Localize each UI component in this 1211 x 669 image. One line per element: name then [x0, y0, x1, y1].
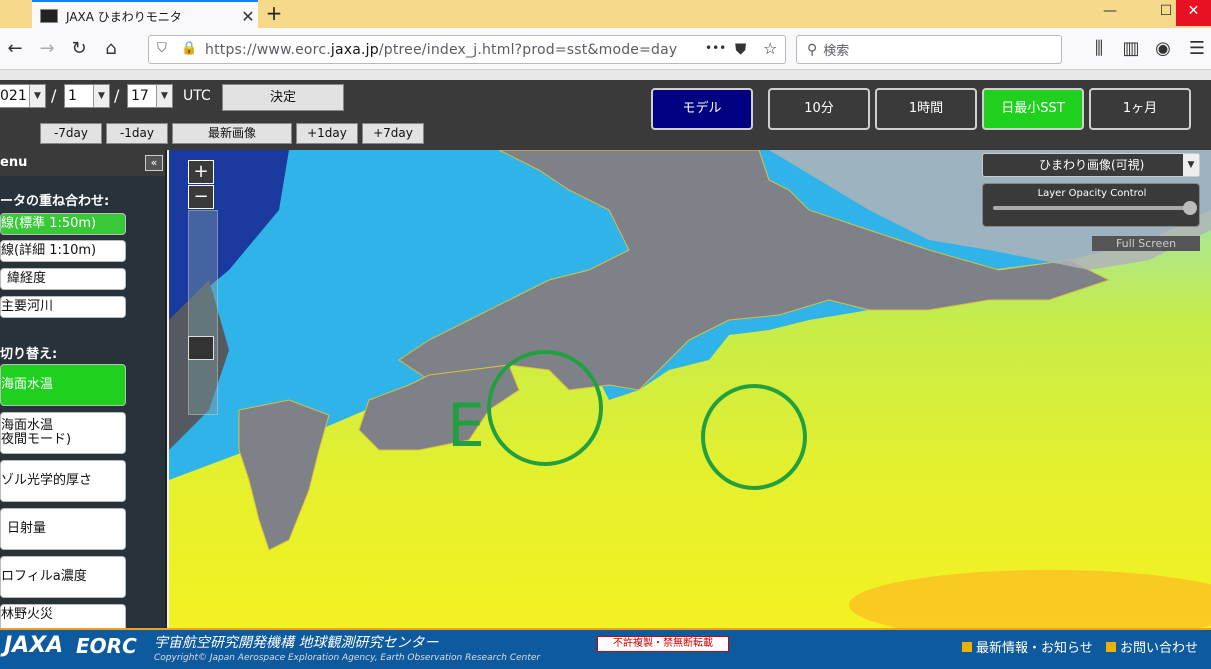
overlay-latlon[interactable]: 緯経度: [0, 268, 126, 290]
search-icon: ⚲: [807, 41, 818, 58]
date-separator: /: [114, 86, 120, 105]
year-select[interactable]: 021 ▼: [0, 84, 46, 108]
browser-tab[interactable]: JAXA ひまわりモニタ ✕: [32, 0, 258, 30]
plus-7day-button[interactable]: +7day: [362, 123, 424, 144]
lock-icon[interactable]: 🔒: [181, 41, 197, 56]
forward-icon[interactable]: →: [36, 38, 58, 60]
zoom-slider-handle[interactable]: [188, 336, 214, 360]
product-wildfire[interactable]: 林野火災: [0, 604, 126, 628]
layer-select[interactable]: ひまわり画像(可視) ▼: [982, 153, 1200, 177]
close-tab-icon[interactable]: ✕: [238, 7, 258, 26]
plus-1day-button[interactable]: +1day: [296, 123, 358, 144]
opacity-control: Layer Opacity Control: [982, 183, 1200, 227]
arrow-icon: [1106, 642, 1116, 652]
product-radiation[interactable]: 日射量: [0, 508, 126, 550]
shield-icon[interactable]: ⛉: [157, 41, 167, 56]
month-select[interactable]: 1 ▼: [64, 84, 110, 108]
overlay-section-title: ータの重ね合わせ:: [0, 194, 110, 209]
search-placeholder: 検索: [823, 44, 850, 59]
day-value: 17: [131, 88, 149, 104]
overlay-coastline-detail[interactable]: 線(詳細 1:10m): [0, 240, 126, 262]
minimize-icon[interactable]: —: [1090, 0, 1130, 26]
sidebar-menu: enu « ータの重ね合わせ: 線(標準 1:50m) 線(詳細 1:10m) …: [0, 150, 167, 628]
back-icon[interactable]: ←: [4, 38, 26, 60]
daily-min-sst-button[interactable]: 日最小SST: [982, 88, 1084, 130]
menu-icon[interactable]: ☰: [1186, 38, 1208, 60]
chevron-down-icon: ▼: [29, 85, 45, 107]
decide-button[interactable]: 決定: [222, 84, 344, 111]
opacity-slider-track[interactable]: [993, 206, 1191, 210]
model-button[interactable]: モデル: [651, 88, 753, 130]
new-tab-button[interactable]: +: [262, 0, 286, 26]
date-separator: /: [51, 86, 57, 105]
zoom-slider-track[interactable]: [188, 210, 218, 415]
overlay-rivers[interactable]: 主要河川: [0, 296, 126, 318]
url-bar[interactable]: ⛉ 🔒 https://www.eorc.jaxa.jp/ptree/index…: [148, 35, 786, 64]
library-icon[interactable]: ⫼: [1088, 38, 1110, 60]
overlay-coastline-standard[interactable]: 線(標準 1:50m): [0, 213, 126, 235]
jaxa-logo[interactable]: JAXA: [4, 633, 63, 658]
minus-7day-button[interactable]: -7day: [40, 123, 102, 144]
layer-select-value: ひまわり画像(可視): [1039, 158, 1145, 172]
10min-button[interactable]: 10分: [768, 88, 870, 130]
account-icon[interactable]: ◉: [1152, 38, 1174, 60]
1month-button[interactable]: 1ヶ月: [1089, 88, 1191, 130]
timezone-label: UTC: [183, 88, 211, 104]
month-value: 1: [68, 88, 77, 104]
chevron-down-icon: ▼: [156, 85, 172, 107]
1hour-button[interactable]: 1時間: [875, 88, 977, 130]
annotation-letter: E: [447, 391, 485, 461]
minus-1day-button[interactable]: -1day: [106, 123, 168, 144]
reload-icon[interactable]: ↻: [68, 38, 90, 60]
screen: JAXA ひまわりモニタ ✕ + — ☐ ✕ ← → ↻ ⌂ ⛉ 🔒 https…: [0, 0, 1211, 669]
zoom-in-button[interactable]: +: [188, 160, 214, 184]
contact-link[interactable]: お問い合わせ: [1106, 637, 1198, 656]
copyright: Copyright© Japan Aerospace Exploration A…: [154, 653, 541, 663]
day-select[interactable]: 17 ▼: [127, 84, 173, 108]
news-link-label: 最新情報・お知らせ: [976, 641, 1093, 656]
opacity-slider-knob[interactable]: [1183, 201, 1197, 215]
news-link[interactable]: 最新情報・お知らせ: [962, 637, 1093, 656]
collapse-icon[interactable]: «: [145, 155, 163, 171]
product-aerosol[interactable]: ゾル光学的厚さ: [0, 460, 126, 502]
search-input[interactable]: ⚲ 検索: [796, 35, 1062, 64]
close-window-icon[interactable]: ✕: [1176, 0, 1211, 26]
contact-link-label: お問い合わせ: [1120, 641, 1199, 656]
org-name: 宇宙航空研究開発機構 地球観測研究センター: [154, 635, 439, 651]
home-icon[interactable]: ⌂: [100, 38, 122, 60]
bookmark-star-icon[interactable]: ☆: [763, 39, 777, 58]
fullscreen-button[interactable]: Full Screen: [1092, 236, 1200, 251]
header-top-strip: [0, 70, 1211, 80]
eorc-logo[interactable]: EORC: [76, 634, 137, 658]
product-sst-night[interactable]: 海面水温 夜間モード): [0, 412, 126, 454]
opacity-label: Layer Opacity Control: [1037, 188, 1147, 199]
pocket-icon[interactable]: ⛊: [735, 40, 746, 58]
page-actions-icon[interactable]: •••: [705, 41, 726, 55]
arrow-icon: [962, 642, 972, 652]
latest-image-button[interactable]: 最新画像: [172, 123, 292, 144]
tab-title: JAXA ひまわりモニタ: [66, 9, 182, 24]
sidebar-icon[interactable]: ▥: [1120, 38, 1142, 60]
zoom-out-button[interactable]: −: [188, 185, 214, 209]
year-value: 021: [0, 88, 27, 104]
copy-notice: 不許複製・禁無断転載: [597, 636, 729, 652]
product-chlorophyll[interactable]: ロフィルa濃度: [0, 556, 126, 598]
chevron-down-icon: ▼: [93, 85, 109, 107]
product-sst[interactable]: 海面水温: [0, 364, 126, 406]
switch-section-title: 切り替え:: [0, 347, 58, 362]
chevron-down-icon: ▼: [1183, 154, 1199, 176]
url-text: https://www.eorc.jaxa.jp/ptree/index_j.h…: [205, 41, 678, 58]
sidebar-title: enu: [0, 150, 165, 176]
favicon-icon: [40, 9, 58, 23]
